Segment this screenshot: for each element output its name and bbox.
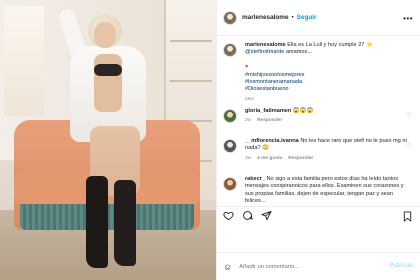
comment-text: __mflorencia.ivanna No les hace raro que…	[245, 138, 413, 153]
post-side-panel: marlenesalome • Seguir ••• marlenesalome…	[216, 0, 420, 280]
caption-mention[interactable]: @stefiroitmante	[245, 49, 284, 55]
comment-text: gloria_fatimamen 😱😱😱	[245, 108, 413, 115]
publish-button[interactable]: Publicar	[389, 263, 413, 269]
caption-avatar[interactable]	[223, 43, 237, 57]
commenter-username[interactable]: rakecr_	[245, 176, 265, 182]
comment-like-heart-icon[interactable]: ♡	[406, 112, 411, 119]
emoji-icon[interactable]: ☺	[223, 262, 232, 272]
photo-window	[4, 6, 44, 116]
bookmark-icon[interactable]	[402, 211, 413, 222]
more-icon[interactable]: •••	[403, 14, 413, 23]
comment-time: 2w	[245, 155, 252, 161]
separator-dot: •	[291, 14, 294, 21]
comment-body: No sigo a esta familia pero estos días h…	[245, 176, 404, 205]
hashtag-link[interactable]: #Diosestanbueno	[245, 86, 289, 92]
comment-like-heart-icon[interactable]: ♡	[406, 142, 411, 149]
caption-username[interactable]: marlenesalome	[245, 42, 286, 48]
photo-person	[57, 6, 160, 270]
comment-input[interactable]	[239, 263, 390, 270]
post-photo[interactable]	[0, 0, 216, 280]
comment-item: gloria_fatimamen 😱😱😱 2w Responder ♡	[223, 108, 415, 123]
commenter-avatar[interactable]	[223, 109, 237, 123]
commenter-username[interactable]: gloria_fatimamen	[245, 108, 291, 114]
caption: marlenesalome Ella es La Luli y hoy cump…	[223, 42, 415, 102]
reply-button[interactable]: Responder	[257, 118, 282, 123]
reply-button[interactable]: Responder	[288, 156, 313, 161]
caption-heart: ♥	[245, 64, 249, 71]
comment-icon[interactable]	[242, 210, 253, 221]
comment-text: rakecr_ No sigo a esta familia pero esto…	[245, 176, 413, 206]
caption-text: marlenesalome Ella es La Luli y hoy cump…	[245, 42, 413, 94]
comment-meta: 2w Responder	[245, 118, 413, 123]
comment-item: rakecr_ No sigo a esta familia pero esto…	[223, 176, 415, 206]
add-comment-bar: ☺ Publicar	[217, 252, 420, 280]
comment-meta: 2w 4 me gusta Responder	[245, 156, 413, 161]
comments-list: marlenesalome Ella es La Luli y hoy cump…	[217, 36, 420, 206]
comment-item: __mflorencia.ivanna No les hace raro que…	[223, 138, 415, 161]
heart-icon[interactable]	[223, 210, 234, 221]
hashtag-link[interactable]: #mishijossonlosmejores	[245, 72, 304, 78]
comment-time: 2w	[245, 118, 252, 124]
caption-meta: 29w	[245, 97, 413, 102]
author-avatar[interactable]	[223, 10, 237, 25]
commenter-avatar[interactable]	[223, 139, 237, 153]
hashtag-link[interactable]: #losmontaneramanada	[245, 79, 302, 85]
caption-line1: Ella es La Luli y hoy cumple 27 ⭐	[287, 42, 373, 48]
post-header: marlenesalome • Seguir •••	[217, 0, 420, 36]
share-icon[interactable]	[261, 210, 272, 221]
caption-time: 29w	[245, 96, 254, 102]
commenter-avatar[interactable]	[223, 177, 237, 191]
commenter-username[interactable]: __mflorencia.ivanna	[245, 138, 299, 144]
author-username[interactable]: marlenesalome	[242, 14, 289, 21]
action-bar	[217, 206, 420, 224]
comment-body: 😱😱😱	[292, 108, 314, 114]
follow-button[interactable]: Seguir	[297, 14, 317, 21]
caption-line2: amamos...	[284, 49, 312, 56]
comment-likes[interactable]: 4 me gusta	[257, 156, 282, 161]
